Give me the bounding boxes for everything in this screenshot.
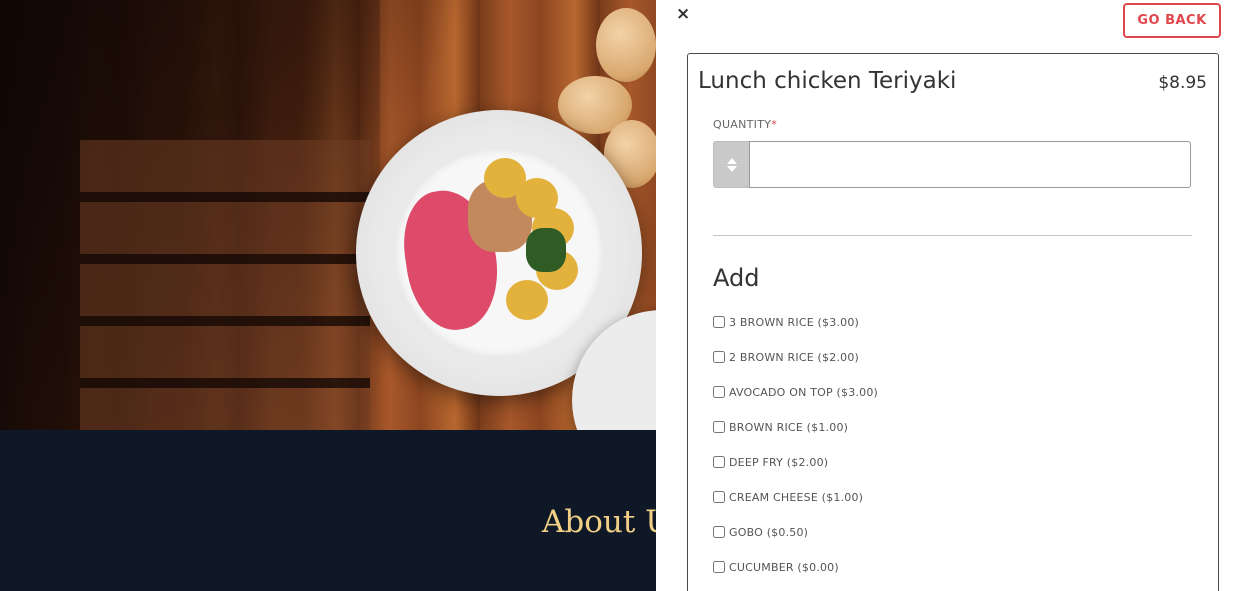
add-option: DEEP FRY ($2.00) <box>713 453 1183 488</box>
add-option-checkbox[interactable] <box>713 456 725 468</box>
add-option: GOBO ($0.50) <box>713 523 1183 558</box>
item-price: $8.95 <box>1158 73 1207 93</box>
add-option-label[interactable]: CUCUMBER ($0.00) <box>729 558 839 574</box>
add-option: 3 BROWN RICE ($3.00) <box>713 313 1183 348</box>
bread-roll <box>596 8 656 82</box>
add-option-label[interactable]: 2 BROWN RICE ($2.00) <box>729 348 859 364</box>
quantity-spinner-icon[interactable] <box>713 141 750 188</box>
item-name: Lunch chicken Teriyaki <box>698 68 957 94</box>
add-option-checkbox[interactable] <box>713 386 725 398</box>
add-option: 2 BROWN RICE ($2.00) <box>713 348 1183 383</box>
chevron-down-icon[interactable] <box>726 165 737 172</box>
add-option: BROWN RICE ($1.00) <box>713 418 1183 453</box>
required-mark: * <box>771 118 778 131</box>
wooden-steps <box>80 140 370 430</box>
add-options-list: 3 BROWN RICE ($3.00) 2 BROWN RICE ($2.00… <box>713 313 1183 591</box>
add-option: CUCUMBER ($0.00) <box>713 558 1183 591</box>
add-option-label[interactable]: BROWN RICE ($1.00) <box>729 418 848 434</box>
go-back-button[interactable]: GO BACK <box>1123 3 1221 38</box>
quantity-label-text: QUANTITY <box>713 118 772 131</box>
add-option: AVOCADO ON TOP ($3.00) <box>713 383 1183 418</box>
chevron-up-icon[interactable] <box>726 157 737 164</box>
add-option-checkbox[interactable] <box>713 351 725 363</box>
add-option-label[interactable]: CREAM CHEESE ($1.00) <box>729 488 863 504</box>
add-section-title: Add <box>713 264 760 292</box>
add-option-label[interactable]: GOBO ($0.50) <box>729 523 808 539</box>
divider <box>713 235 1192 236</box>
add-option-checkbox[interactable] <box>713 316 725 328</box>
quantity-label: QUANTITY* <box>713 118 777 131</box>
add-option: CREAM CHEESE ($1.00) <box>713 488 1183 523</box>
hero-image <box>0 0 656 430</box>
add-option-label[interactable]: 3 BROWN RICE ($3.00) <box>729 313 859 329</box>
close-icon[interactable]: × <box>676 4 692 24</box>
quantity-input[interactable] <box>749 141 1191 188</box>
add-option-checkbox[interactable] <box>713 491 725 503</box>
add-option-label[interactable]: AVOCADO ON TOP ($3.00) <box>729 383 878 399</box>
add-option-checkbox[interactable] <box>713 421 725 433</box>
add-option-checkbox[interactable] <box>713 526 725 538</box>
add-option-checkbox[interactable] <box>713 561 725 573</box>
add-option-label[interactable]: DEEP FRY ($2.00) <box>729 453 828 469</box>
